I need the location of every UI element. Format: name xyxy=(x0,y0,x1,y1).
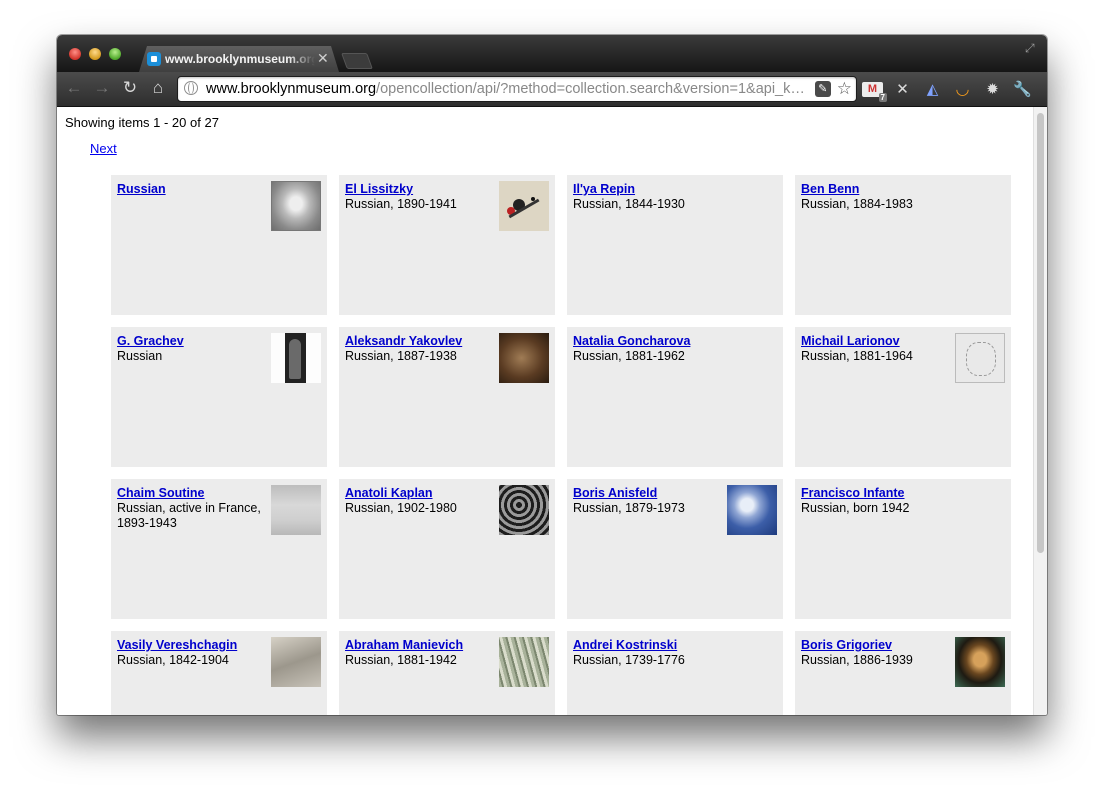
artist-info: Russian xyxy=(117,349,163,363)
artwork-thumbnail[interactable] xyxy=(271,485,321,535)
artist-link[interactable]: El Lissitzky xyxy=(345,182,495,196)
artist-info: Russian, 1881-1942 xyxy=(345,653,457,667)
url-path: /opencollection/api/?method=collection.s… xyxy=(376,81,805,97)
artwork-thumbnail[interactable] xyxy=(955,333,1005,383)
artwork-thumbnail[interactable] xyxy=(499,181,549,231)
bookmark-star-icon[interactable]: ☆ xyxy=(837,80,852,97)
result-card: Chaim Soutine Russian, active in France,… xyxy=(111,479,327,619)
artwork-thumbnail[interactable] xyxy=(955,637,1005,687)
artist-link[interactable]: Boris Grigoriev xyxy=(801,638,951,652)
artwork-thumbnail[interactable] xyxy=(499,333,549,383)
artist-info: Russian, born 1942 xyxy=(801,501,910,515)
result-card: Andrei Kostrinski Russian, 1739-1776 xyxy=(567,631,783,715)
artist-info: Russian, 1842-1904 xyxy=(117,653,229,667)
result-card: Abraham Manievich Russian, 1881-1942 xyxy=(339,631,555,715)
artist-link[interactable]: Aleksandr Yakovlev xyxy=(345,334,495,348)
fullscreen-icon[interactable]: ⤢ xyxy=(1025,41,1035,56)
artwork-thumbnail[interactable] xyxy=(499,485,549,535)
artist-link[interactable]: Natalia Goncharova xyxy=(573,334,723,348)
artist-link[interactable]: Anatoli Kaplan xyxy=(345,486,495,500)
zoom-window-button[interactable] xyxy=(109,48,121,60)
close-window-button[interactable] xyxy=(69,48,81,60)
result-card: El Lissitzky Russian, 1890-1941 xyxy=(339,175,555,315)
vertical-scrollbar[interactable] xyxy=(1033,107,1047,715)
artist-link[interactable]: Michail Larionov xyxy=(801,334,951,348)
artist-link[interactable]: Andrei Kostrinski xyxy=(573,638,723,652)
browser-tab[interactable]: www.brooklynmuseum.org/opencollection/ap… xyxy=(139,46,339,72)
extension-icons: M ✕ ◭ ◡ ✹ 🔧 xyxy=(862,79,1033,102)
artist-link[interactable]: Chaim Soutine xyxy=(117,486,267,500)
reload-button[interactable]: ↻ xyxy=(119,77,141,99)
forward-button[interactable]: → xyxy=(91,77,113,99)
browser-window: www.brooklynmuseum.org/opencollection/ap… xyxy=(57,35,1047,715)
artist-link[interactable]: G. Grachev xyxy=(117,334,267,348)
result-card: Ben Benn Russian, 1884-1983 xyxy=(795,175,1011,315)
artist-info: Russian, 1881-1964 xyxy=(801,349,913,363)
tab-close-icon[interactable]: ✕ xyxy=(317,50,329,67)
settings-gear-icon[interactable]: ✹ xyxy=(982,79,1003,99)
result-card: Russian xyxy=(111,175,327,315)
result-card: Boris Anisfeld Russian, 1879-1973 xyxy=(567,479,783,619)
title-bar: www.brooklynmuseum.org/opencollection/ap… xyxy=(57,35,1047,72)
result-card: Aleksandr Yakovlev Russian, 1887-1938 xyxy=(339,327,555,467)
result-card: Anatoli Kaplan Russian, 1902-1980 xyxy=(339,479,555,619)
artist-info: Russian, 1881-1962 xyxy=(573,349,685,363)
url-host: www.brooklynmuseum.org xyxy=(206,81,377,97)
result-card: Boris Grigoriev Russian, 1886-1939 xyxy=(795,631,1011,715)
results-status: Showing items 1 - 20 of 27 xyxy=(65,115,219,130)
minimize-window-button[interactable] xyxy=(89,48,101,60)
extension-chart-icon[interactable]: ◭ xyxy=(922,79,943,99)
globe-icon xyxy=(184,81,198,95)
artist-link[interactable]: Russian xyxy=(117,182,267,196)
next-page-link[interactable]: Next xyxy=(90,141,117,156)
favicon-icon xyxy=(147,52,161,66)
tab-title: www.brooklynmuseum.org/opencollection/ap… xyxy=(165,52,315,66)
artist-link[interactable]: Francisco Infante xyxy=(801,486,951,500)
amazon-extension-icon[interactable]: ◡ xyxy=(952,79,973,99)
artist-info: Russian, 1902-1980 xyxy=(345,501,457,515)
back-button[interactable]: ← xyxy=(63,77,85,99)
gmail-extension-icon[interactable]: M xyxy=(862,81,888,102)
artist-link[interactable]: Il'ya Repin xyxy=(573,182,723,196)
artist-link[interactable]: Vasily Vereshchagin xyxy=(117,638,267,652)
artist-info: Russian, 1884-1983 xyxy=(801,197,913,211)
artist-info: Russian, 1886-1939 xyxy=(801,653,913,667)
page-action-icon[interactable]: ✎ xyxy=(814,81,831,97)
result-card: Francisco Infante Russian, born 1942 xyxy=(795,479,1011,619)
artist-info: Russian, 1887-1938 xyxy=(345,349,457,363)
artist-link[interactable]: Boris Anisfeld xyxy=(573,486,723,500)
artwork-thumbnail[interactable] xyxy=(271,637,321,687)
artwork-thumbnail[interactable] xyxy=(499,637,549,687)
artwork-thumbnail[interactable] xyxy=(271,333,321,383)
home-button[interactable]: ⌂ xyxy=(147,77,169,99)
result-card: G. Grachev Russian xyxy=(111,327,327,467)
browser-toolbar: ← → ↻ ⌂ www.brooklynmuseum.org/opencolle… xyxy=(57,72,1047,107)
result-card: Vasily Vereshchagin Russian, 1842-1904 xyxy=(111,631,327,715)
artist-info: Russian, 1844-1930 xyxy=(573,197,685,211)
artist-info: Russian, active in France, 1893-1943 xyxy=(117,501,261,530)
page-content: Showing items 1 - 20 of 27 Next Russian … xyxy=(57,107,1033,715)
new-tab-button[interactable] xyxy=(341,53,373,69)
result-card: Il'ya Repin Russian, 1844-1930 xyxy=(567,175,783,315)
url-text[interactable]: www.brooklynmuseum.org/opencollection/ap… xyxy=(206,80,806,98)
scrollbar-thumb[interactable] xyxy=(1037,113,1044,553)
artist-link[interactable]: Abraham Manievich xyxy=(345,638,495,652)
address-bar[interactable]: www.brooklynmuseum.org/opencollection/ap… xyxy=(177,76,857,102)
artist-info: Russian, 1739-1776 xyxy=(573,653,685,667)
result-card: Michail Larionov Russian, 1881-1964 xyxy=(795,327,1011,467)
extension-tool-icon[interactable]: ✕ xyxy=(892,79,913,99)
artist-info: Russian, 1879-1973 xyxy=(573,501,685,515)
artwork-thumbnail[interactable] xyxy=(271,181,321,231)
artist-info: Russian, 1890-1941 xyxy=(345,197,457,211)
wrench-menu-icon[interactable]: 🔧 xyxy=(1012,79,1033,99)
artwork-thumbnail[interactable] xyxy=(727,485,777,535)
artist-link[interactable]: Ben Benn xyxy=(801,182,951,196)
results-grid: Russian El Lissitzky Russian, 1890-1941 … xyxy=(111,175,1011,715)
result-card: Natalia Goncharova Russian, 1881-1962 xyxy=(567,327,783,467)
